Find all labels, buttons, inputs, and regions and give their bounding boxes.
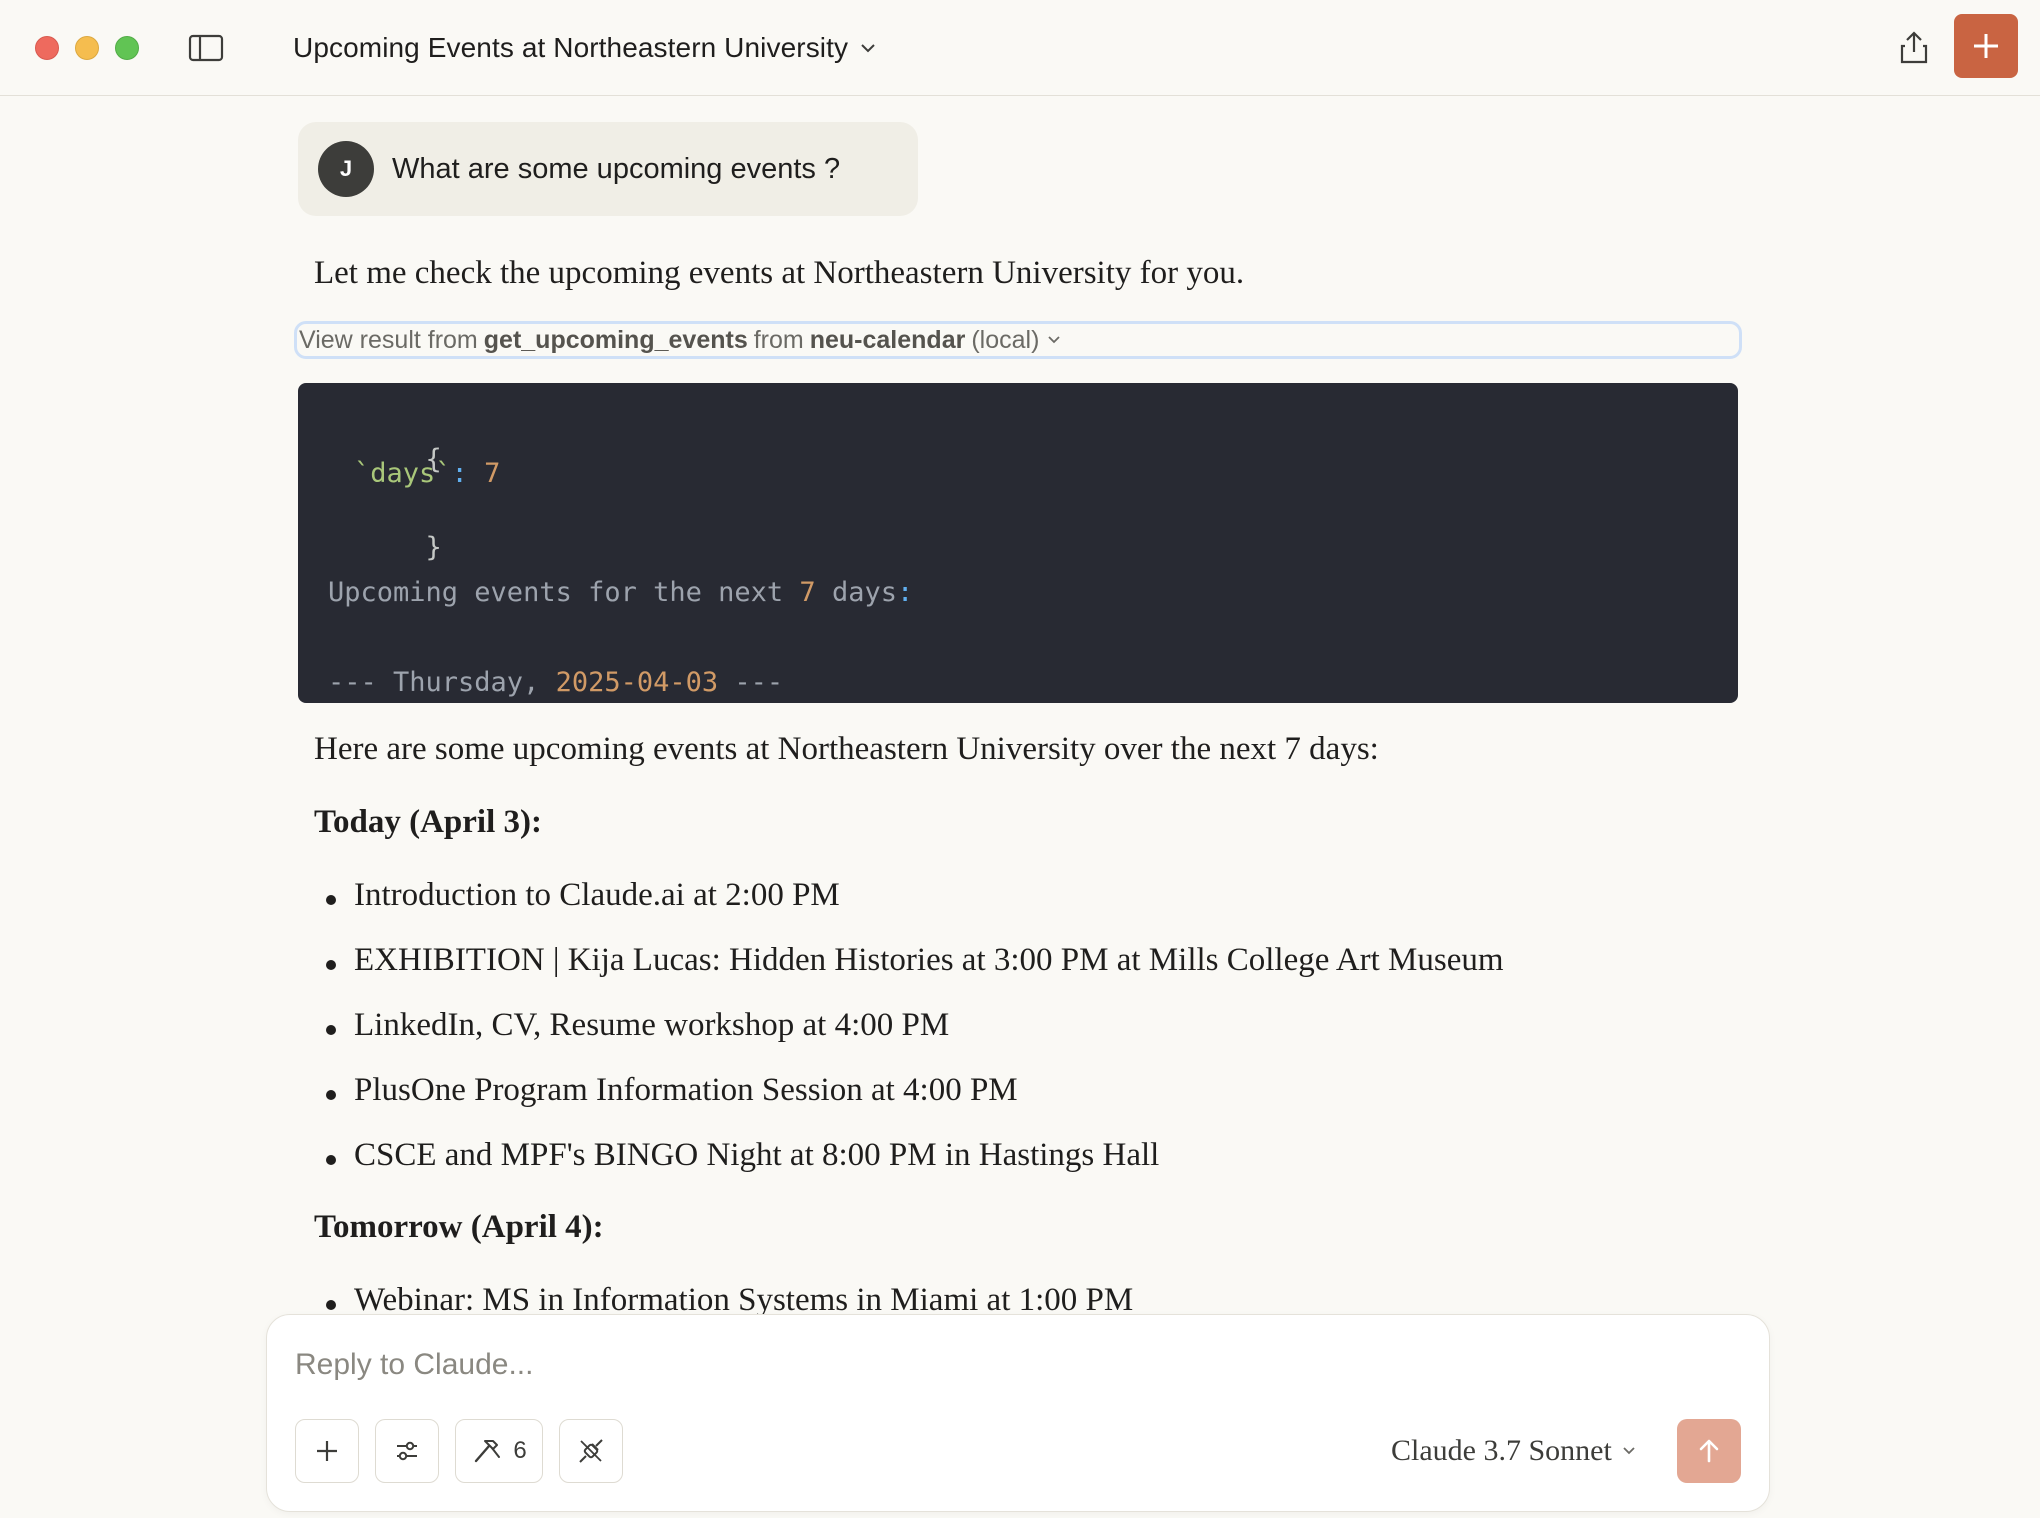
list-item: CSCE and MPF's BINGO Night at 8:00 PM in… [314, 1137, 1504, 1202]
list-item: Webinar: MS in Information Systems in Mi… [314, 1282, 1133, 1318]
new-chat-button[interactable] [1954, 14, 2018, 78]
share-icon[interactable] [1896, 28, 1932, 68]
reply-input[interactable] [295, 1339, 1735, 1391]
minimize-window-button[interactable] [75, 36, 99, 60]
avatar: J [318, 141, 374, 197]
model-selector[interactable]: Claude 3.7 Sonnet [1391, 1431, 1638, 1471]
user-message-text: What are some upcoming events ? [392, 152, 841, 185]
code-line: --- Thursday, 2025-04-03 --- [328, 667, 784, 698]
event-list-tomorrow: Webinar: MS in Information Systems in Mi… [314, 1282, 1133, 1318]
section-heading-tomorrow: Tomorrow (April 4): [314, 1209, 604, 1245]
chevron-down-icon [861, 44, 875, 53]
conversation-title-menu[interactable]: Upcoming Events at Northeastern Universi… [293, 28, 878, 68]
chevron-down-icon [1048, 336, 1061, 344]
tool-result-code-block[interactable]: { `days`: 7 } Upcoming events for the ne… [298, 383, 1738, 703]
list-item: EXHIBITION | Kija Lucas: Hidden Historie… [314, 942, 1504, 1007]
tool-result-prefix: View result from [299, 325, 478, 354]
code-line: Upcoming events for the next 7 days: [328, 577, 914, 608]
maximize-window-button[interactable] [115, 36, 139, 60]
plus-icon [1974, 34, 1998, 58]
attach-button[interactable] [295, 1419, 359, 1483]
plus-icon [317, 1441, 337, 1461]
settings-button[interactable] [375, 1419, 439, 1483]
tool-name: get_upcoming_events [483, 325, 748, 354]
model-name: Claude 3.7 Sonnet [1391, 1434, 1612, 1467]
sidebar-toggle-icon[interactable] [188, 34, 224, 62]
list-item: LinkedIn, CV, Resume workshop at 4:00 PM [314, 1007, 1504, 1072]
chevron-down-icon [1623, 1447, 1635, 1455]
plug-icon [579, 1439, 603, 1463]
list-item: PlusOne Program Information Session at 4… [314, 1072, 1504, 1137]
message-composer: 6 Claude 3.7 Sonnet [266, 1314, 1770, 1512]
send-button[interactable] [1677, 1419, 1741, 1483]
assistant-summary: Here are some upcoming events at Northea… [314, 731, 1379, 767]
conversation-title: Upcoming Events at Northeastern Universi… [293, 32, 849, 63]
section-heading-today: Today (April 3): [314, 804, 542, 840]
conversation-area[interactable]: J What are some upcoming events ? Let me… [0, 97, 2040, 1318]
close-window-button[interactable] [35, 36, 59, 60]
arrow-up-icon [1699, 1439, 1719, 1463]
tools-button[interactable]: 6 [455, 1419, 543, 1483]
sliders-icon [397, 1441, 417, 1461]
assistant-intro: Let me check the upcoming events at Nort… [314, 255, 1245, 291]
user-message: J What are some upcoming events ? [298, 122, 918, 216]
hammer-icon [475, 1440, 501, 1463]
server-name: neu-calendar [809, 325, 966, 354]
server-scope: (local) [971, 325, 1040, 354]
tools-count: 6 [513, 1437, 527, 1464]
title-bar: Upcoming Events at Northeastern Universi… [0, 0, 2040, 96]
event-list-today: Introduction to Claude.ai at 2:00 PM EXH… [314, 877, 1504, 1202]
tool-result-toggle[interactable]: View result from get_upcoming_events fro… [294, 321, 1742, 359]
list-item: Introduction to Claude.ai at 2:00 PM [314, 877, 1504, 942]
code-line: `days`: 7 [354, 458, 501, 489]
integrations-button[interactable] [559, 1419, 623, 1483]
tool-from-word: from [753, 325, 804, 354]
